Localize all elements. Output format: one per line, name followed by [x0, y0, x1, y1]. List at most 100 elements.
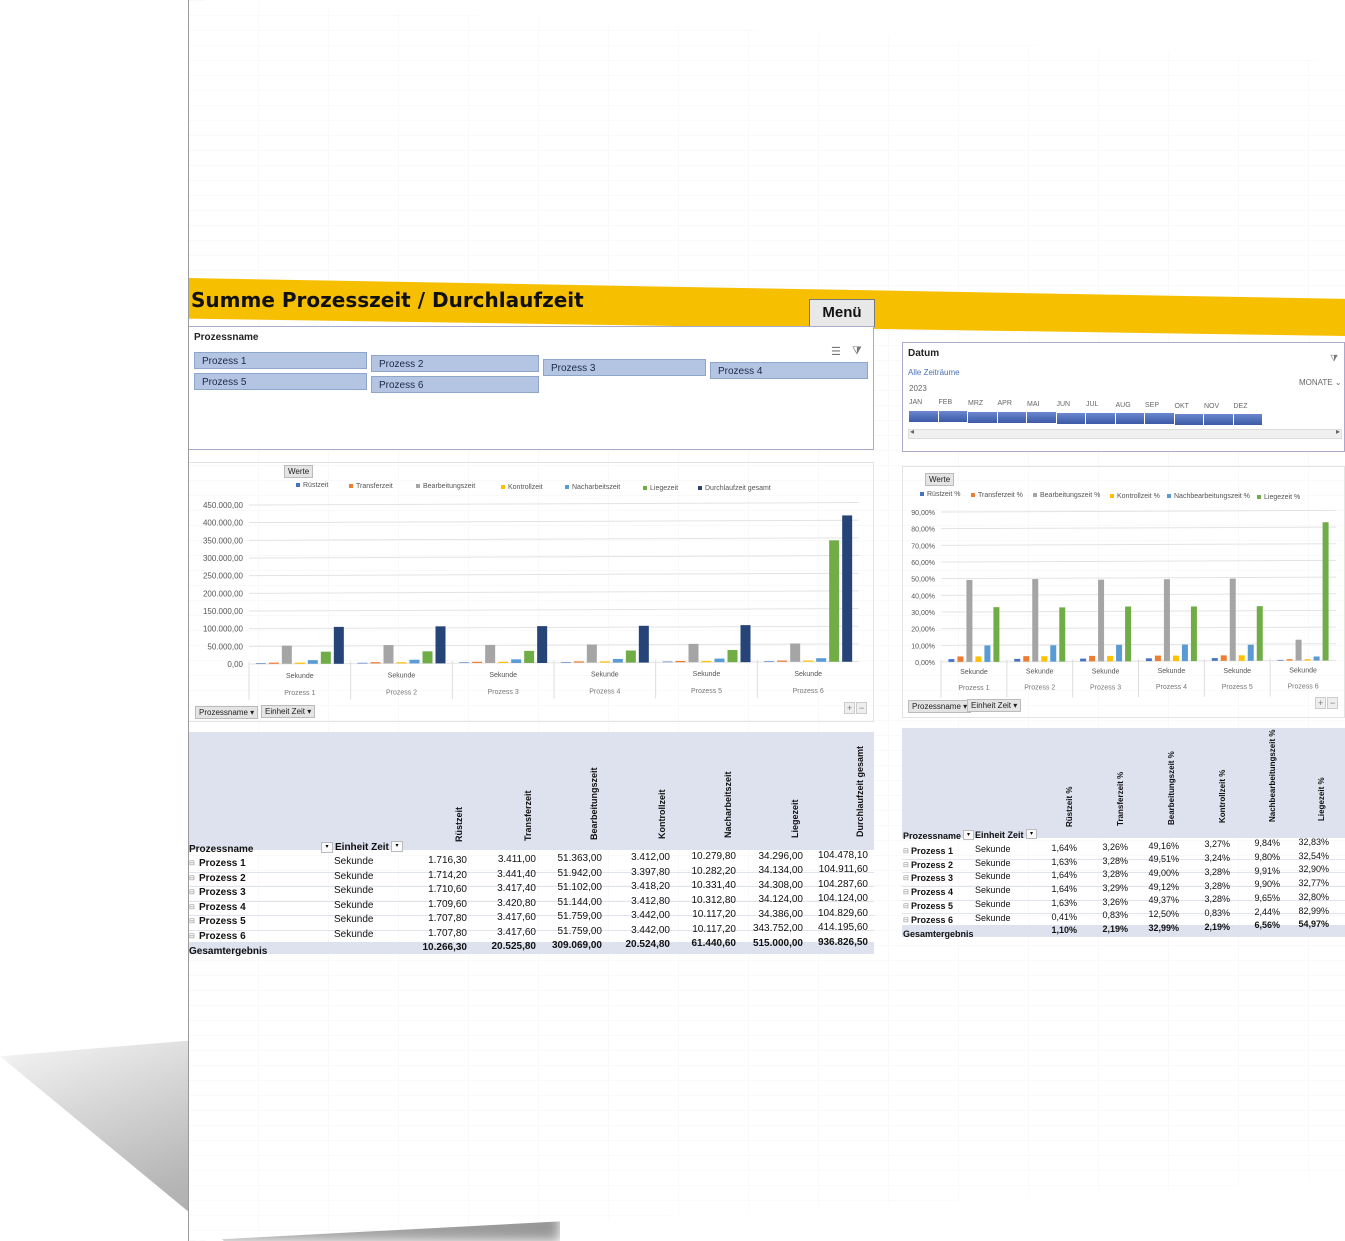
column-header[interactable]: Liegezeit: [790, 799, 800, 838]
timeline-month-bar[interactable]: [909, 411, 938, 422]
timeline-scrollbar[interactable]: ◂ ▸: [908, 427, 1342, 439]
field-button-unit[interactable]: Einheit Zeit ▾: [261, 705, 316, 718]
dropdown-arrow-icon[interactable]: ▾: [391, 841, 403, 852]
field-button-process[interactable]: Prozessname ▾: [195, 706, 259, 719]
table-cell: 104.478,10: [817, 849, 868, 861]
timeline-month-sep[interactable]: SEP: [1145, 402, 1159, 409]
dropdown-arrow-icon[interactable]: ▾: [963, 830, 974, 840]
bar: [612, 658, 623, 663]
multi-select-icon[interactable]: ☰: [831, 345, 841, 358]
column-header[interactable]: Transferzeit %: [1116, 772, 1125, 826]
timeline-month-jan[interactable]: JAN: [909, 399, 922, 406]
column-header[interactable]: Transferzeit: [523, 791, 533, 842]
bar: [409, 659, 420, 664]
row-unit: Sekunde: [334, 885, 374, 896]
column-header[interactable]: Nacharbeitszeit: [723, 772, 733, 839]
clear-filter-icon[interactable]: ⧩: [852, 345, 862, 358]
pivot-row-header-unit[interactable]: Einheit Zeit: [335, 842, 389, 853]
column-header[interactable]: Bearbeitungszeit %: [1167, 751, 1176, 825]
y-tick-label: 40,00%: [911, 593, 935, 600]
plus-icon[interactable]: +: [844, 702, 856, 714]
bar: [1256, 606, 1263, 661]
timeline-month-bar[interactable]: [1115, 413, 1144, 425]
timeline-month-apr[interactable]: APR: [998, 400, 1012, 407]
bar: [357, 662, 368, 664]
timeline-month-aug[interactable]: AUG: [1116, 402, 1131, 409]
timeline-month-mrz[interactable]: MRZ: [968, 400, 983, 407]
slicer-item-prozess-3[interactable]: Prozess 3: [543, 359, 706, 376]
timeline-month-bar[interactable]: [1204, 414, 1233, 425]
table-cell: 104.911,60: [818, 864, 868, 876]
pivot-row-header-unit-percent[interactable]: Einheit Zeit: [975, 830, 1024, 840]
timeline-month-bar[interactable]: [997, 411, 1026, 423]
timeline-month-nov[interactable]: NOV: [1204, 403, 1219, 410]
row-unit: Sekunde: [975, 885, 1011, 896]
timeline-month-bar[interactable]: [1174, 413, 1203, 425]
column-header[interactable]: Rüstzeit %: [1065, 787, 1074, 827]
column-header[interactable]: Nachbearbeitungszeit %: [1268, 730, 1277, 822]
row-unit: Sekunde: [975, 857, 1011, 868]
column-header[interactable]: Liegezeit %: [1317, 777, 1326, 821]
timeline-month-dez[interactable]: DEZ: [1234, 403, 1248, 410]
gridline: [940, 559, 1337, 563]
column-header[interactable]: Bearbeitungszeit: [589, 768, 599, 841]
timeline-month-bar[interactable]: [968, 411, 997, 423]
total-label: Gesamtergebnis: [189, 946, 268, 957]
table-cell: 51.363,00: [557, 853, 603, 865]
dropdown-arrow-icon[interactable]: ▾: [321, 842, 333, 853]
column-header[interactable]: Kontrollzeit %: [1218, 770, 1227, 823]
plus-icon[interactable]: +: [1315, 697, 1327, 709]
chart-plot: 0,00 50.000,00 100.000,00 150.000,00 200.000…: [203, 501, 860, 700]
timeline-month-bar[interactable]: [1056, 412, 1085, 424]
clear-filter-icon[interactable]: ⧩: [1330, 353, 1338, 364]
bar: [586, 644, 597, 663]
table-cell: 1,64%: [1051, 884, 1077, 895]
bar: [396, 662, 407, 664]
field-button-process-percent[interactable]: Prozessname ▾: [908, 700, 972, 713]
table-cell: 9,91%: [1254, 865, 1280, 876]
total-cell: 936.826,50: [817, 936, 868, 948]
slicer-item-prozess-4[interactable]: Prozess 4: [710, 362, 868, 379]
bar: [957, 656, 964, 662]
table-cell: 3.412,80: [631, 895, 670, 907]
row-label: Prozess 1: [199, 858, 246, 869]
timeline-month-bar[interactable]: [938, 411, 967, 423]
timeline-month-bar[interactable]: [1145, 413, 1174, 425]
menu-button[interactable]: Menü: [809, 299, 875, 327]
y-tick-label: 150.000,00: [203, 607, 244, 616]
slicer-item-prozess-5[interactable]: Prozess 5: [194, 373, 367, 390]
pivot-row-header-process-percent[interactable]: Prozessname: [903, 831, 961, 841]
table-cell: 1.716,30: [428, 855, 467, 866]
field-button-unit-percent[interactable]: Einheit Zeit ▾: [967, 699, 1022, 712]
column-header[interactable]: Rüstzeit: [454, 807, 464, 842]
row-label: Prozess 6: [911, 914, 954, 925]
timeline-month-jul[interactable]: JUL: [1086, 401, 1098, 408]
chart-values-button[interactable]: Werte: [284, 465, 314, 478]
scroll-right-icon[interactable]: ▸: [1336, 427, 1340, 436]
table-cell: 9,90%: [1254, 879, 1280, 890]
column-header[interactable]: Durchlaufzeit gesamt: [855, 746, 865, 837]
timeline-unit-dropdown[interactable]: MONATE ⌄: [1299, 378, 1342, 387]
slicer-item-prozess-1[interactable]: Prozess 1: [194, 352, 367, 369]
scroll-left-icon[interactable]: ◂: [910, 427, 914, 436]
timeline-month-bar[interactable]: [1086, 412, 1115, 424]
dropdown-arrow-icon[interactable]: ▾: [1026, 829, 1037, 839]
x-category-label: Prozess 5: [691, 688, 722, 695]
table-cell: 49,12%: [1148, 881, 1179, 892]
slicer-item-prozess-2[interactable]: Prozess 2: [371, 355, 539, 372]
row-label: Prozess 1: [911, 846, 954, 856]
timeline-month-mai[interactable]: MAI: [1027, 401, 1039, 408]
slicer-item-prozess-6[interactable]: Prozess 6: [371, 376, 539, 393]
minus-icon[interactable]: −: [1327, 697, 1339, 709]
pivot-row-header-process[interactable]: Prozessname: [189, 844, 253, 855]
bar: [1247, 644, 1254, 661]
total-cell: 54,97%: [1298, 919, 1329, 930]
timeline-month-okt[interactable]: OKT: [1175, 403, 1189, 410]
timeline-month-jun[interactable]: JUN: [1057, 401, 1071, 408]
column-header[interactable]: Kontrollzeit: [657, 790, 667, 840]
minus-icon[interactable]: −: [856, 702, 868, 714]
timeline-month-bar[interactable]: [1233, 414, 1262, 426]
timeline-month-feb[interactable]: FEB: [939, 399, 953, 406]
bar: [1163, 579, 1170, 662]
timeline-month-bar[interactable]: [1027, 412, 1056, 424]
